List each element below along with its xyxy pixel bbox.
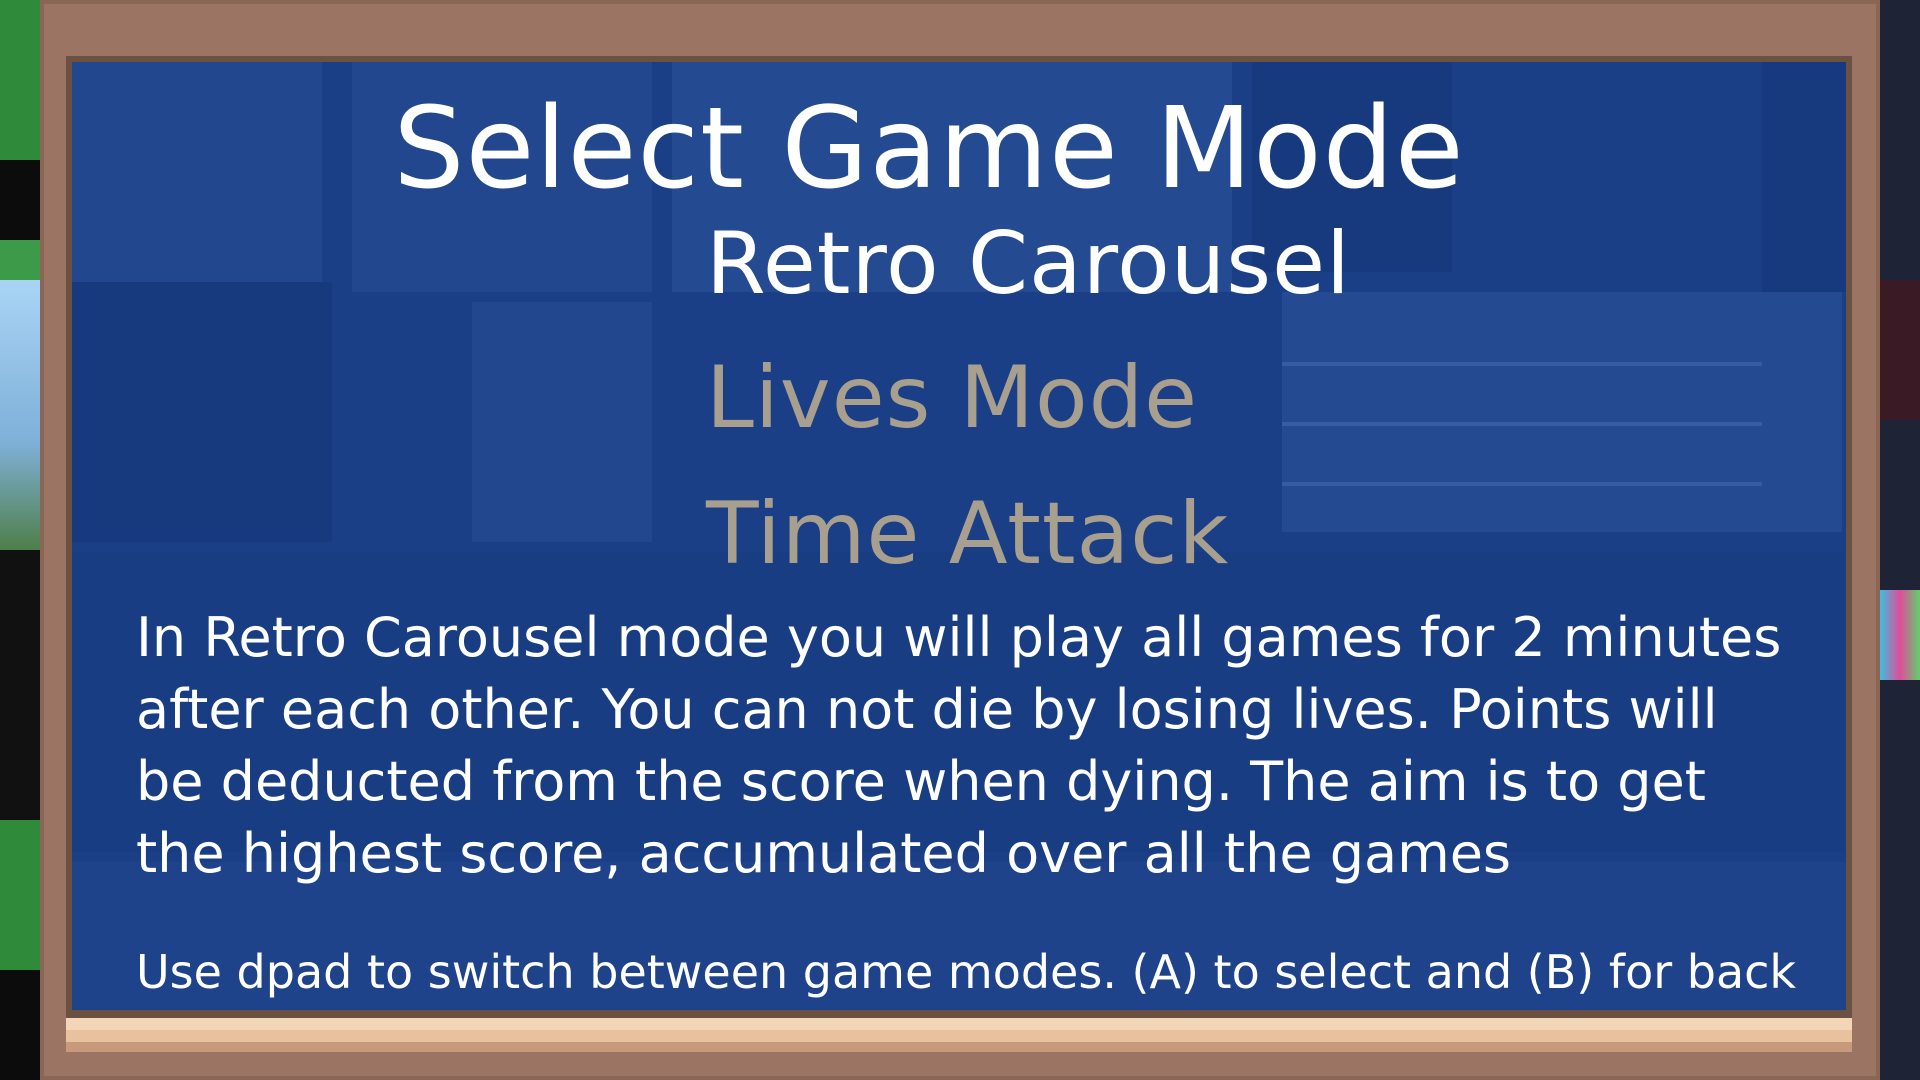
page-title: Select Game Mode bbox=[393, 84, 1465, 214]
game-thumbnail bbox=[1880, 420, 1920, 590]
mode-option-lives-mode[interactable]: Lives Mode bbox=[706, 348, 1198, 448]
game-thumbnail bbox=[0, 820, 40, 970]
game-thumbnail bbox=[1880, 280, 1920, 420]
background-collage bbox=[1282, 422, 1762, 426]
controls-hint: Use dpad to switch between game modes. (… bbox=[136, 945, 1797, 999]
game-thumbnail bbox=[0, 0, 40, 160]
background-collage bbox=[472, 302, 652, 542]
mode-select-panel: Select Game Mode Retro Carousel Lives Mo… bbox=[72, 62, 1846, 1010]
game-thumbnail bbox=[0, 160, 40, 240]
left-thumbnail-strip bbox=[0, 0, 40, 1080]
background-collage bbox=[1282, 362, 1762, 366]
mode-description: In Retro Carousel mode you will play all… bbox=[136, 606, 1782, 885]
game-thumbnail bbox=[1880, 0, 1920, 280]
background-collage bbox=[1282, 292, 1842, 532]
frame-bottom-band bbox=[66, 1018, 1852, 1052]
right-thumbnail-strip bbox=[1880, 0, 1920, 1080]
game-thumbnail bbox=[1880, 680, 1920, 1080]
game-thumbnail bbox=[0, 240, 40, 280]
game-thumbnail bbox=[0, 550, 40, 820]
background-collage bbox=[72, 282, 332, 542]
mode-option-retro-carousel[interactable]: Retro Carousel bbox=[706, 214, 1351, 314]
game-thumbnail bbox=[1880, 590, 1920, 680]
background-collage bbox=[1282, 482, 1762, 486]
mode-option-time-attack[interactable]: Time Attack bbox=[706, 484, 1229, 584]
game-thumbnail bbox=[0, 280, 40, 550]
game-thumbnail bbox=[0, 970, 40, 1080]
